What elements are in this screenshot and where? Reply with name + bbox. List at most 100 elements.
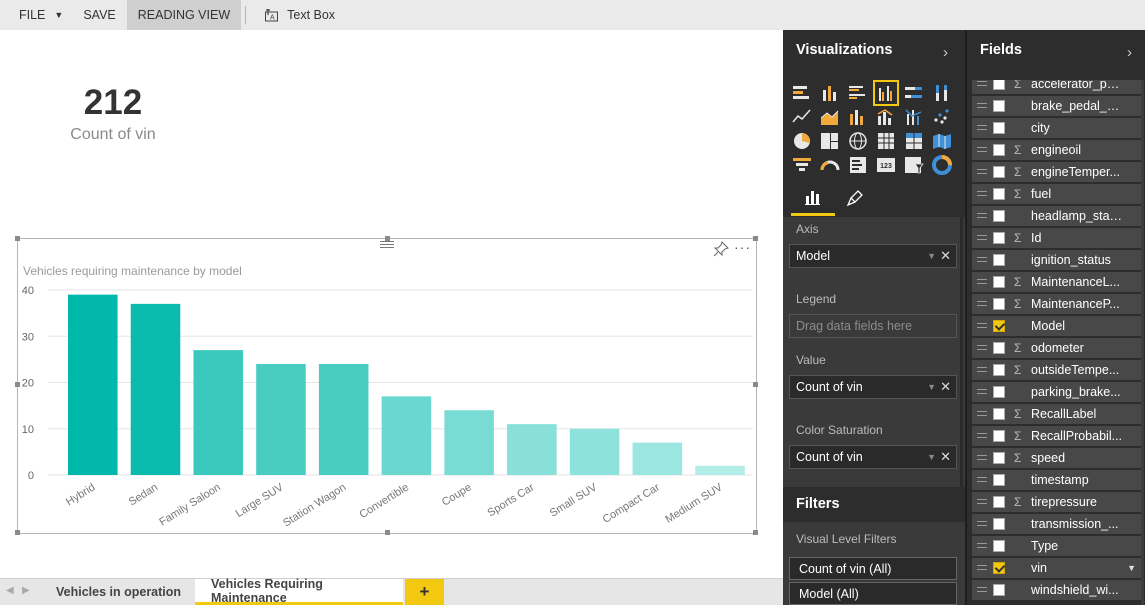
field-checkbox[interactable] xyxy=(993,122,1005,134)
drag-grip-icon[interactable] xyxy=(977,389,987,397)
collapse-visualizations-icon[interactable]: › xyxy=(943,44,948,61)
filled-map-icon[interactable] xyxy=(931,130,953,152)
drag-grip-icon[interactable] xyxy=(977,499,987,507)
clustered-column-icon[interactable] xyxy=(873,80,899,106)
field-checkbox[interactable] xyxy=(993,496,1005,508)
field-item[interactable]: Σtirepressure xyxy=(972,492,1142,512)
scrollbar[interactable] xyxy=(1141,80,1144,605)
bar[interactable] xyxy=(507,424,557,475)
filter-count-of-vin[interactable]: Count of vin (All) xyxy=(789,557,957,580)
page-tab-vehicles-in-operation[interactable]: Vehicles in operation xyxy=(40,579,197,605)
field-item[interactable]: Σ MaintenanceL... xyxy=(972,272,1142,292)
treemap-icon[interactable] xyxy=(819,130,841,152)
field-item[interactable]: Model xyxy=(972,316,1142,336)
card-icon[interactable]: 123 xyxy=(875,154,897,176)
field-checkbox[interactable] xyxy=(993,540,1005,552)
line-clustered-column-icon[interactable] xyxy=(903,106,925,128)
drag-grip-icon[interactable] xyxy=(977,565,987,573)
drag-grip-icon[interactable] xyxy=(977,213,987,221)
drag-grip-icon[interactable] xyxy=(977,433,987,441)
bar[interactable] xyxy=(632,442,683,475)
format-tab[interactable] xyxy=(833,180,877,216)
drag-grip-icon[interactable] xyxy=(977,81,987,89)
chevron-down-icon[interactable]: ▼ xyxy=(927,251,936,261)
field-checkbox[interactable] xyxy=(993,364,1005,376)
add-page-button[interactable]: + xyxy=(405,579,444,605)
field-checkbox[interactable] xyxy=(993,166,1005,178)
remove-field-icon[interactable]: ✕ xyxy=(940,449,951,465)
reading-view-button[interactable]: READING VIEW xyxy=(126,0,242,30)
chevron-down-icon[interactable]: ▼ xyxy=(927,452,936,462)
field-checkbox[interactable] xyxy=(993,188,1005,200)
field-checkbox[interactable] xyxy=(993,518,1005,530)
field-item[interactable]: Σ RecallLabel xyxy=(972,404,1142,424)
slicer-icon[interactable] xyxy=(903,154,925,176)
field-checkbox[interactable] xyxy=(993,254,1005,266)
field-checkbox[interactable] xyxy=(993,430,1005,442)
chevron-down-icon[interactable]: ▼ xyxy=(927,382,936,392)
pie-chart-icon[interactable] xyxy=(791,130,813,152)
field-checkbox[interactable] xyxy=(993,584,1005,596)
field-checkbox[interactable] xyxy=(993,276,1005,288)
drag-grip-icon[interactable] xyxy=(977,191,987,199)
scrollbar[interactable] xyxy=(960,217,963,487)
file-menu[interactable]: FILE ▼ xyxy=(0,0,75,30)
donut-chart-icon[interactable] xyxy=(931,154,953,176)
chevron-left-icon[interactable]: ◀ xyxy=(6,585,14,596)
drag-grip-icon[interactable] xyxy=(977,411,987,419)
drag-grip-icon[interactable] xyxy=(977,521,987,529)
drag-grip-icon[interactable] xyxy=(977,455,987,463)
field-item[interactable]: parking_brake... xyxy=(972,382,1142,402)
drag-grip-icon[interactable] xyxy=(977,257,987,265)
field-item[interactable]: ΣoutsideTempe... xyxy=(972,360,1142,380)
field-item[interactable]: headlamp_stat... xyxy=(972,206,1142,226)
field-item[interactable]: windshield_wi... xyxy=(972,580,1142,600)
field-checkbox[interactable] xyxy=(993,210,1005,222)
drag-grip-icon[interactable] xyxy=(977,543,987,551)
drag-grip-icon[interactable] xyxy=(977,587,987,595)
area-chart-icon[interactable] xyxy=(819,106,841,128)
line-chart-icon[interactable] xyxy=(791,106,813,128)
stacked-column-icon[interactable] xyxy=(819,82,841,104)
page-tab-vehicles-requiring-maintenance[interactable]: Vehicles Requiring Maintenance xyxy=(195,577,403,605)
field-checkbox[interactable] xyxy=(993,408,1005,420)
drag-grip-icon[interactable] xyxy=(977,345,987,353)
field-item[interactable]: brake_pedal_s... xyxy=(972,96,1142,116)
field-item[interactable]: Type xyxy=(972,536,1142,556)
matrix-icon[interactable] xyxy=(903,130,925,152)
axis-field[interactable]: Model ▼ ✕ xyxy=(789,244,957,268)
field-item[interactable]: Σengineoil xyxy=(972,140,1142,160)
field-checkbox[interactable] xyxy=(993,232,1005,244)
field-item[interactable]: Σfuel xyxy=(972,184,1142,204)
field-checkbox[interactable] xyxy=(993,320,1005,332)
scatter-chart-icon[interactable] xyxy=(931,106,953,128)
chevron-down-icon[interactable]: ▼ xyxy=(1127,563,1136,573)
bar[interactable] xyxy=(130,303,181,475)
drag-grip-icon[interactable] xyxy=(977,477,987,485)
stacked-bar-icon[interactable] xyxy=(791,82,813,104)
100-column-icon[interactable] xyxy=(931,82,953,104)
field-item[interactable]: Σodometer xyxy=(972,338,1142,358)
100-bar-icon[interactable] xyxy=(903,82,925,104)
bar[interactable] xyxy=(68,294,118,475)
bar[interactable] xyxy=(695,465,745,475)
drag-grip-icon[interactable] xyxy=(977,103,987,111)
funnel-icon[interactable] xyxy=(791,154,813,176)
field-checkbox[interactable] xyxy=(993,80,1005,90)
field-checkbox[interactable] xyxy=(993,298,1005,310)
bar[interactable] xyxy=(256,364,306,475)
field-checkbox[interactable] xyxy=(993,474,1005,486)
bar[interactable] xyxy=(381,396,432,475)
field-item[interactable]: Σaccelerator_pe... xyxy=(972,80,1142,94)
clustered-bar-icon[interactable] xyxy=(847,82,869,104)
field-item[interactable]: Σ Id xyxy=(972,228,1142,248)
field-item[interactable]: Σ RecallProbabil... xyxy=(972,426,1142,446)
field-item[interactable]: timestamp xyxy=(972,470,1142,490)
field-item[interactable]: Σspeed xyxy=(972,448,1142,468)
field-item[interactable]: city xyxy=(972,118,1142,138)
map-icon[interactable] xyxy=(847,130,869,152)
gauge-icon[interactable] xyxy=(819,154,841,176)
value-field[interactable]: Count of vin ▼ ✕ xyxy=(789,375,957,399)
drag-grip-icon[interactable] xyxy=(977,301,987,309)
color-saturation-field[interactable]: Count of vin ▼ ✕ xyxy=(789,445,957,469)
